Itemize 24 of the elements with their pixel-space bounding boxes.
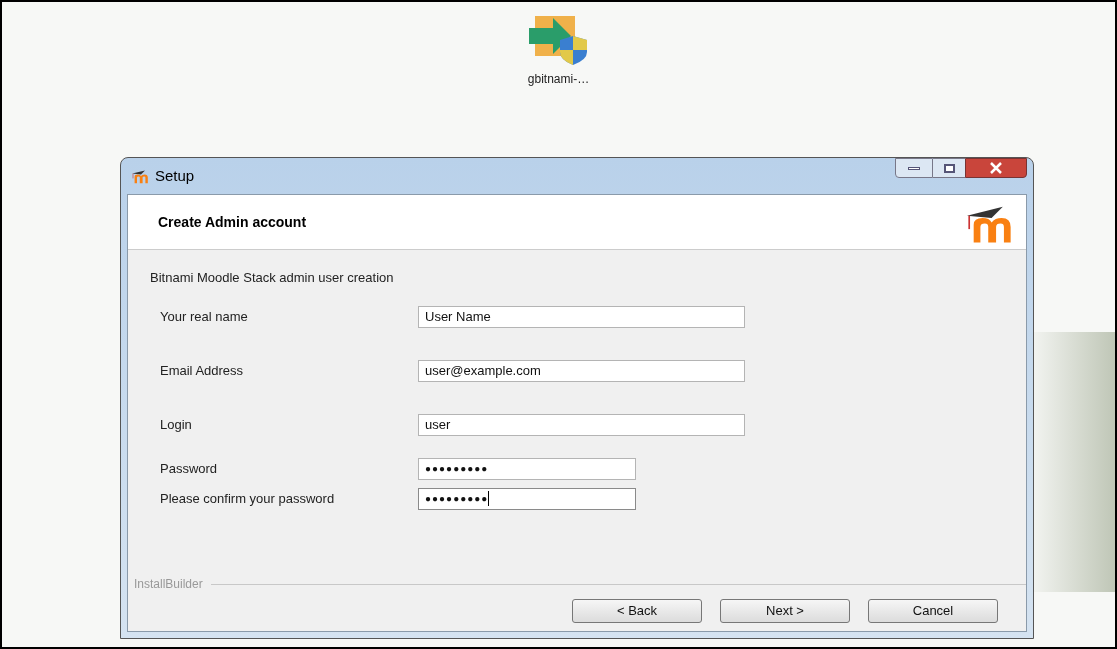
icon-label: gbitnami-… <box>527 71 590 88</box>
field-label: Login <box>159 415 193 434</box>
footer-brand: InstallBuilder <box>133 576 204 593</box>
field-label: Please confirm your password <box>159 489 336 508</box>
text-cursor <box>488 491 490 506</box>
field-label: Your real name <box>159 307 249 326</box>
input-field[interactable]: User Name <box>418 305 745 328</box>
page-title: Create Admin account <box>158 212 307 232</box>
field-label: Password <box>159 459 219 478</box>
moodle-logo-icon <box>129 168 149 184</box>
close-icon <box>989 162 1003 174</box>
dialog-button[interactable]: Cancel <box>868 599 998 623</box>
maximize-button[interactable] <box>933 158 965 178</box>
dialog-button[interactable]: < Back <box>572 599 702 623</box>
close-button[interactable] <box>965 158 1027 178</box>
dialog-button[interactable]: Next > <box>720 599 850 623</box>
input-field[interactable]: ●●●●●●●●● <box>418 457 636 480</box>
input-field[interactable]: user@example.com <box>418 359 745 382</box>
window-title: Setup <box>155 165 195 186</box>
input-field[interactable]: ●●●●●●●●● <box>418 487 636 510</box>
minimize-button[interactable] <box>895 158 933 178</box>
input-field[interactable]: user <box>418 413 745 436</box>
section-label: Bitnami Moodle Stack admin user creation <box>150 269 395 287</box>
field-label: Email Address <box>159 361 245 380</box>
